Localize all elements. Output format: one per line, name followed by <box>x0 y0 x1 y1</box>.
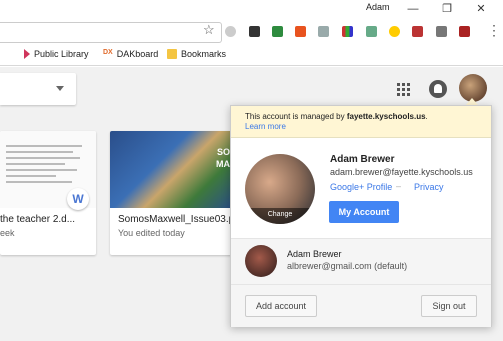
extension-icon-7[interactable] <box>366 26 377 37</box>
bookmark-dakboard[interactable]: DX DAKboard <box>103 49 158 59</box>
popup-footer: Add account Sign out <box>231 284 491 327</box>
extension-icon-8[interactable] <box>389 26 400 37</box>
bookmark-star-icon[interactable]: ☆ <box>203 22 215 38</box>
link-separator: – <box>396 181 402 191</box>
bookmark-public-library[interactable]: Public Library <box>24 49 89 59</box>
extension-icon-9[interactable] <box>412 26 423 37</box>
word-icon: W <box>67 188 89 210</box>
extension-icon-5[interactable] <box>318 26 329 37</box>
restore-button[interactable]: ❐ <box>432 0 462 20</box>
file-subtitle: You edited today <box>118 228 185 238</box>
sign-out-button[interactable]: Sign out <box>421 295 477 317</box>
profile-name[interactable]: Adam <box>366 2 390 12</box>
office-icon[interactable] <box>295 26 306 37</box>
other-account-name: Adam Brewer <box>287 249 342 259</box>
dakboard-icon: DX <box>103 49 113 56</box>
minimize-button[interactable]: — <box>398 0 428 20</box>
file-card-pdf[interactable]: SO MA SomosMaxwell_Issue03.p You edited … <box>110 131 234 255</box>
other-account-avatar <box>245 245 277 277</box>
other-account-email: albrewer@gmail.com (default) <box>287 261 408 271</box>
search-dropdown[interactable] <box>0 73 76 105</box>
window-titlebar: Adam — ❐ ✕ <box>0 0 503 20</box>
google-plus-profile-link[interactable]: Google+ Profile <box>330 182 392 192</box>
chevron-down-icon <box>56 86 64 91</box>
managed-domain: fayette.kyschools.us <box>346 112 426 121</box>
bookmarks-bar: Public Library DX DAKboard Bookmarks <box>0 46 503 66</box>
pdf-thumbnail: SO MA <box>110 131 234 208</box>
browser-menu-icon[interactable]: ⋮ <box>487 23 501 37</box>
public-library-icon <box>24 49 30 59</box>
file-title: the teacher 2.d... <box>0 214 76 225</box>
add-account-button[interactable]: Add account <box>245 295 317 317</box>
change-photo-label[interactable]: Change <box>245 208 315 224</box>
folder-icon <box>167 49 177 59</box>
file-subtitle: eek <box>0 228 15 238</box>
managed-banner: This account is managed by fayette.kysch… <box>231 106 491 138</box>
file-title: SomosMaxwell_Issue03.p <box>118 214 234 225</box>
extension-icon-11[interactable] <box>459 26 470 37</box>
my-account-button[interactable]: My Account <box>329 201 399 223</box>
other-account-row[interactable]: Adam Brewer albrewer@gmail.com (default) <box>231 239 491 284</box>
extension-icon-10[interactable] <box>436 26 447 37</box>
apps-grid-icon[interactable] <box>395 81 411 97</box>
account-name: Adam Brewer <box>330 154 395 165</box>
file-card-doc[interactable]: W the teacher 2.d... eek <box>0 131 96 255</box>
extension-icon-6[interactable] <box>342 26 353 37</box>
extension-icon-2[interactable] <box>249 26 260 37</box>
account-email: adam.brewer@fayette.kyschools.us <box>330 167 473 177</box>
address-bar[interactable] <box>0 22 222 43</box>
notifications-icon[interactable] <box>429 80 447 98</box>
close-button[interactable]: ✕ <box>466 0 496 20</box>
bookmark-folder[interactable]: Bookmarks <box>167 49 226 59</box>
account-popup: This account is managed by fayette.kysch… <box>230 105 492 327</box>
extension-icon-3[interactable] <box>272 26 283 37</box>
profile-photo[interactable]: Change <box>245 154 315 224</box>
extension-icon-1[interactable] <box>225 26 236 37</box>
learn-more-link[interactable]: Learn more <box>245 122 477 131</box>
privacy-link[interactable]: Privacy <box>414 182 444 192</box>
